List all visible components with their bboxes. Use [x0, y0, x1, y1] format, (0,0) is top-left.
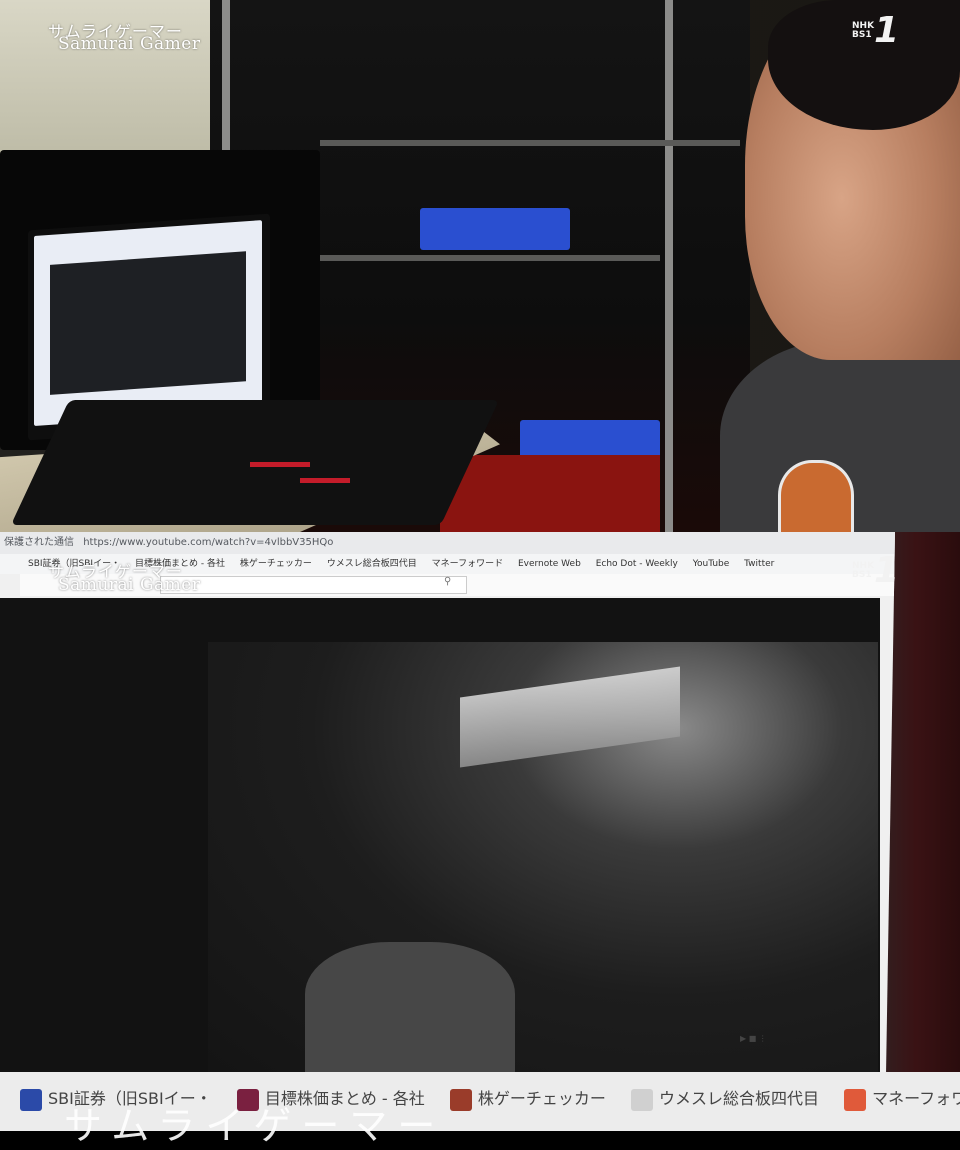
broadcaster-channel: BS1: [852, 569, 872, 580]
address-bar[interactable]: 保護された通信 https://www.youtube.com/watch?v=…: [0, 532, 895, 554]
laptop-display: [34, 220, 262, 427]
search-icon[interactable]: ⚲: [444, 576, 451, 587]
shirt-logo: [778, 460, 854, 532]
caption-english: Samurai Gamer: [58, 34, 201, 54]
caption-japanese-large: サムライゲーマー: [64, 1104, 446, 1148]
bookmark-twitter[interactable]: Twitter: [744, 559, 774, 569]
player-controls[interactable]: ▶ ■ ⋮: [740, 1034, 767, 1043]
broadcaster-number: 1: [874, 550, 900, 591]
security-label: 保護された通信: [4, 537, 74, 548]
video-figure: [305, 942, 515, 1072]
shelf-pole: [665, 0, 673, 532]
bookmark-closeup[interactable]: ウメスレ総合板四代目: [630, 1072, 819, 1126]
sbi-icon: [20, 1088, 42, 1111]
top-panel: サムライゲーマー Samurai Gamer NHK BS11: [0, 0, 960, 532]
bookmark-evernote[interactable]: Evernote Web: [518, 559, 581, 569]
shelf-pole: [222, 0, 230, 150]
browser-screen: 保護された通信 https://www.youtube.com/watch?v=…: [0, 532, 895, 1072]
laptop-video-frame: [50, 251, 246, 395]
umesure-icon: [630, 1088, 653, 1111]
bookmark-closeup[interactable]: マネーフォワード: [844, 1072, 960, 1126]
broadcaster-channel: BS1: [852, 29, 872, 40]
blue-storage-bin: [420, 208, 570, 250]
bookmark-umesure[interactable]: ウメスレ総合板四代目: [327, 559, 417, 569]
red-cart: [440, 455, 660, 532]
bookmark-youtube[interactable]: YouTube: [693, 559, 730, 569]
keyboard-red-trim: [250, 462, 310, 467]
bookmark-moneyforward[interactable]: マネーフォワード: [432, 559, 503, 569]
broadcaster-logo: NHK BS11: [852, 10, 899, 51]
keyboard-red-trim: [300, 478, 350, 483]
bottom-panel: 保護された通信 https://www.youtube.com/watch?v=…: [0, 532, 960, 1131]
shelf-plank: [320, 140, 740, 146]
caption-english: Samurai Gamer: [58, 575, 201, 595]
bookmark-closeup-label: ウメスレ総合板四代目: [658, 1089, 819, 1108]
bookmark-echo-dot[interactable]: Echo Dot - Weekly: [596, 559, 678, 569]
stock-checker-icon: [449, 1088, 472, 1111]
url-text: https://www.youtube.com/watch?v=4vlbbV35…: [83, 537, 334, 548]
moneyforward-icon: [844, 1088, 867, 1111]
shelf-plank: [320, 255, 660, 261]
bookmark-closeup[interactable]: 株ゲーチェッカー: [449, 1072, 606, 1126]
youtube-search-input[interactable]: [160, 576, 467, 594]
broadcaster-logo: NHK BS11: [852, 550, 899, 591]
bookmark-closeup-label: マネーフォワード: [872, 1089, 960, 1108]
bookmark-stock-checker[interactable]: 株ゲーチェッカー: [240, 559, 312, 569]
bookmark-closeup-label: 株ゲーチェッカー: [477, 1089, 606, 1108]
broadcaster-number: 1: [874, 10, 900, 51]
